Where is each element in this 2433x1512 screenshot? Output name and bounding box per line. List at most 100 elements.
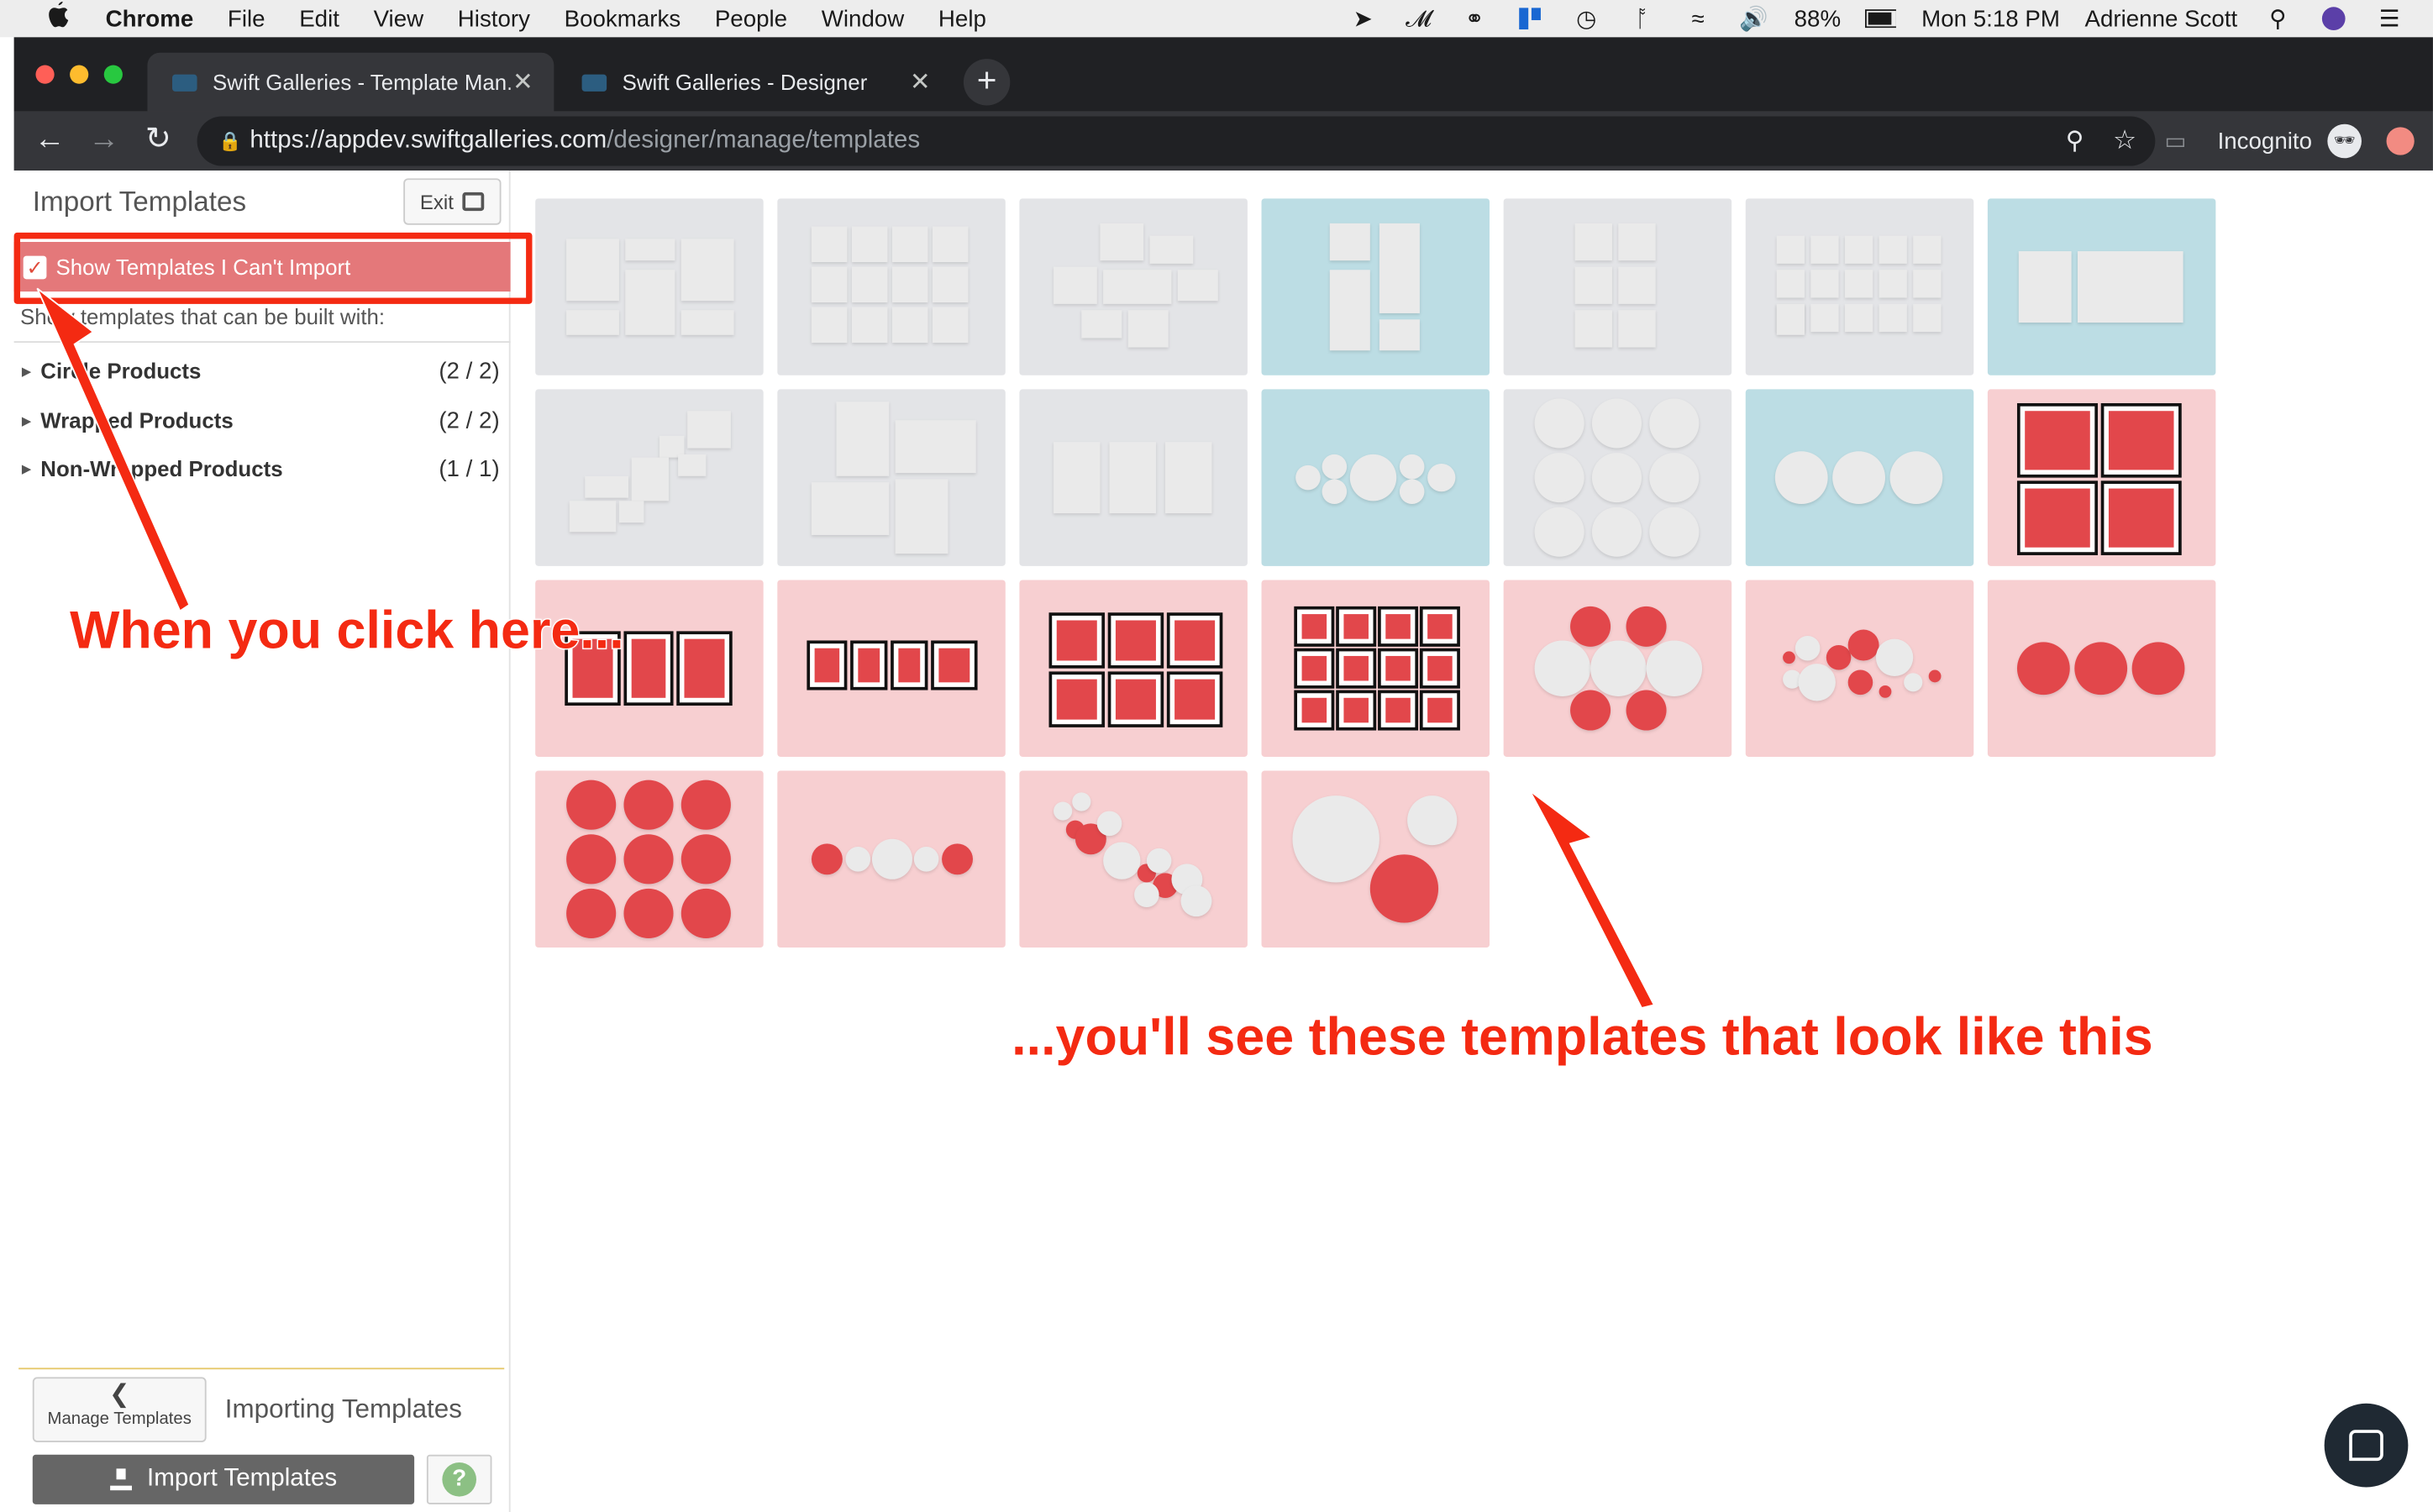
- category-count: (2 / 2): [439, 357, 500, 384]
- script-icon[interactable]: 𝓜: [1403, 5, 1434, 31]
- menu-people[interactable]: People: [715, 5, 787, 31]
- template-preview: [811, 226, 969, 344]
- zoom-icon[interactable]: ⚲: [2066, 126, 2084, 157]
- user-name[interactable]: Adrienne Scott: [2084, 5, 2237, 31]
- template-thumbnail[interactable]: [1503, 198, 1732, 375]
- battery-icon[interactable]: [1865, 6, 1897, 31]
- airmail-icon[interactable]: ➤: [1348, 6, 1379, 32]
- template-thumbnail[interactable]: [1987, 389, 2216, 566]
- incognito-label[interactable]: Incognito: [2218, 128, 2312, 154]
- cast-icon[interactable]: ▭: [2164, 127, 2186, 155]
- new-tab-button[interactable]: +: [963, 59, 1011, 106]
- menu-file[interactable]: File: [228, 5, 265, 31]
- template-thumbnail[interactable]: [777, 198, 1006, 375]
- lock-icon[interactable]: 🔒: [218, 130, 242, 152]
- bookmark-star-icon[interactable]: ☆: [2113, 126, 2136, 157]
- creative-cloud-icon[interactable]: ⚭: [1459, 6, 1490, 32]
- siri-icon[interactable]: [2318, 6, 2349, 31]
- template-thumbnail[interactable]: [1745, 198, 1974, 375]
- category-non-wrapped-products[interactable]: ▶ Non-Wrapped Products (1 / 1): [22, 449, 500, 486]
- minimize-window-button[interactable]: [70, 65, 89, 84]
- bluetooth-icon[interactable]: ᚩ: [1626, 5, 1658, 31]
- help-button[interactable]: ?: [426, 1454, 492, 1504]
- template-preview: [1774, 451, 1943, 505]
- reload-icon[interactable]: ↻: [141, 123, 176, 157]
- volume-icon[interactable]: 🔊: [1738, 6, 1769, 32]
- profile-icon[interactable]: [2386, 127, 2415, 155]
- browser-toolbar: ← → ↻ 🔒 https://appdev.swiftgalleries.co…: [13, 111, 2433, 171]
- show-cant-import-toggle[interactable]: ✓ Show Templates I Can't Import: [13, 242, 511, 292]
- template-preview: [566, 780, 731, 938]
- url-scheme: https://: [250, 127, 325, 154]
- template-thumbnail[interactable]: [1987, 198, 2216, 375]
- exit-button[interactable]: Exit: [403, 178, 502, 225]
- template-preview: [2016, 403, 2182, 555]
- template-thumbnail[interactable]: [1261, 198, 1490, 375]
- import-templates-label: Import Templates: [147, 1465, 338, 1493]
- template-thumbnail[interactable]: [535, 198, 764, 375]
- tab-template-manager[interactable]: Swift Galleries - Template Man... ✕: [147, 52, 554, 112]
- menu-edit[interactable]: Edit: [299, 5, 339, 31]
- template-thumbnail[interactable]: [1019, 389, 1248, 566]
- manage-templates-button[interactable]: ❮ Manage Templates: [32, 1377, 207, 1442]
- template-preview: [1294, 606, 1460, 731]
- tab-strip: Swift Galleries - Template Man... ✕ Swif…: [13, 37, 2433, 112]
- template-thumbnail[interactable]: [1019, 198, 1248, 375]
- incognito-icon[interactable]: 🕶: [2327, 123, 2362, 159]
- importing-templates-label: Importing Templates: [224, 1394, 462, 1424]
- template-thumbnail[interactable]: [1503, 389, 1732, 566]
- address-bar[interactable]: 🔒 https://appdev.swiftgalleries.com/desi…: [197, 116, 2156, 166]
- checkbox-checked-icon[interactable]: ✓: [23, 255, 47, 279]
- category-count: (1 / 1): [439, 454, 500, 482]
- template-thumbnail[interactable]: [1503, 580, 1732, 757]
- menu-app-name[interactable]: Chrome: [106, 5, 194, 31]
- template-thumbnail[interactable]: [1745, 389, 1974, 566]
- forward-arrow-icon[interactable]: →: [87, 123, 121, 157]
- download-icon: [109, 1468, 132, 1491]
- import-templates-button[interactable]: Import Templates: [32, 1454, 415, 1504]
- template-thumbnail[interactable]: [1261, 770, 1490, 948]
- clock[interactable]: Mon 5:18 PM: [1921, 5, 2060, 31]
- template-thumbnail[interactable]: [535, 770, 764, 948]
- back-arrow-icon[interactable]: ←: [33, 123, 67, 157]
- menu-view[interactable]: View: [374, 5, 424, 31]
- close-tab-icon[interactable]: ✕: [907, 66, 933, 97]
- template-thumbnail[interactable]: [535, 389, 764, 566]
- time-machine-icon[interactable]: ◷: [1571, 6, 1602, 32]
- wifi-icon[interactable]: ≈: [1683, 5, 1714, 31]
- menu-window[interactable]: Window: [822, 5, 905, 31]
- trello-icon[interactable]: [1515, 6, 1546, 31]
- manage-templates-label: Manage Templates: [47, 1410, 192, 1429]
- template-thumbnail[interactable]: [1019, 580, 1248, 757]
- template-thumbnail[interactable]: [1745, 580, 1974, 757]
- close-window-button[interactable]: [35, 65, 55, 84]
- template-preview: [1534, 606, 1703, 731]
- menu-bookmarks[interactable]: Bookmarks: [565, 5, 681, 31]
- apple-icon[interactable]: [46, 1, 74, 36]
- template-thumbnail[interactable]: [1987, 580, 2216, 757]
- template-thumbnail[interactable]: [1261, 580, 1490, 757]
- template-thumbnail[interactable]: [777, 580, 1006, 757]
- url-text[interactable]: https://appdev.swiftgalleries.com/design…: [250, 127, 920, 155]
- spotlight-search-icon[interactable]: ⚲: [2262, 6, 2294, 32]
- menu-help[interactable]: Help: [938, 5, 986, 31]
- template-thumbnail[interactable]: [777, 770, 1006, 948]
- chat-launcher-button[interactable]: [2324, 1403, 2409, 1488]
- page-content: Import Templates Exit ✓ Show Templates I…: [13, 171, 2433, 1512]
- category-circle-products[interactable]: ▶ Circle Products (2 / 2): [22, 352, 500, 389]
- tab-designer[interactable]: Swift Galleries - Designer ✕: [557, 53, 951, 112]
- sidebar: Import Templates Exit ✓ Show Templates I…: [13, 171, 533, 1512]
- close-tab-icon[interactable]: ✕: [511, 66, 536, 97]
- annotation-left-text: When you click here...: [69, 601, 625, 662]
- maximize-window-button[interactable]: [103, 65, 123, 84]
- template-thumbnail[interactable]: [1019, 770, 1248, 948]
- menu-history[interactable]: History: [458, 5, 530, 31]
- notification-center-icon[interactable]: ☰: [2374, 6, 2405, 32]
- mac-menubar: Chrome File Edit View History Bookmarks …: [0, 0, 2433, 38]
- template-thumbnail[interactable]: [1261, 389, 1490, 566]
- category-wrapped-products[interactable]: ▶ Wrapped Products (2 / 2): [22, 402, 500, 438]
- template-thumbnail[interactable]: [777, 389, 1006, 566]
- template-preview: [2018, 251, 2183, 323]
- exit-label: Exit: [419, 190, 454, 213]
- toolbar-right: ▭ Incognito 🕶: [2164, 112, 2415, 171]
